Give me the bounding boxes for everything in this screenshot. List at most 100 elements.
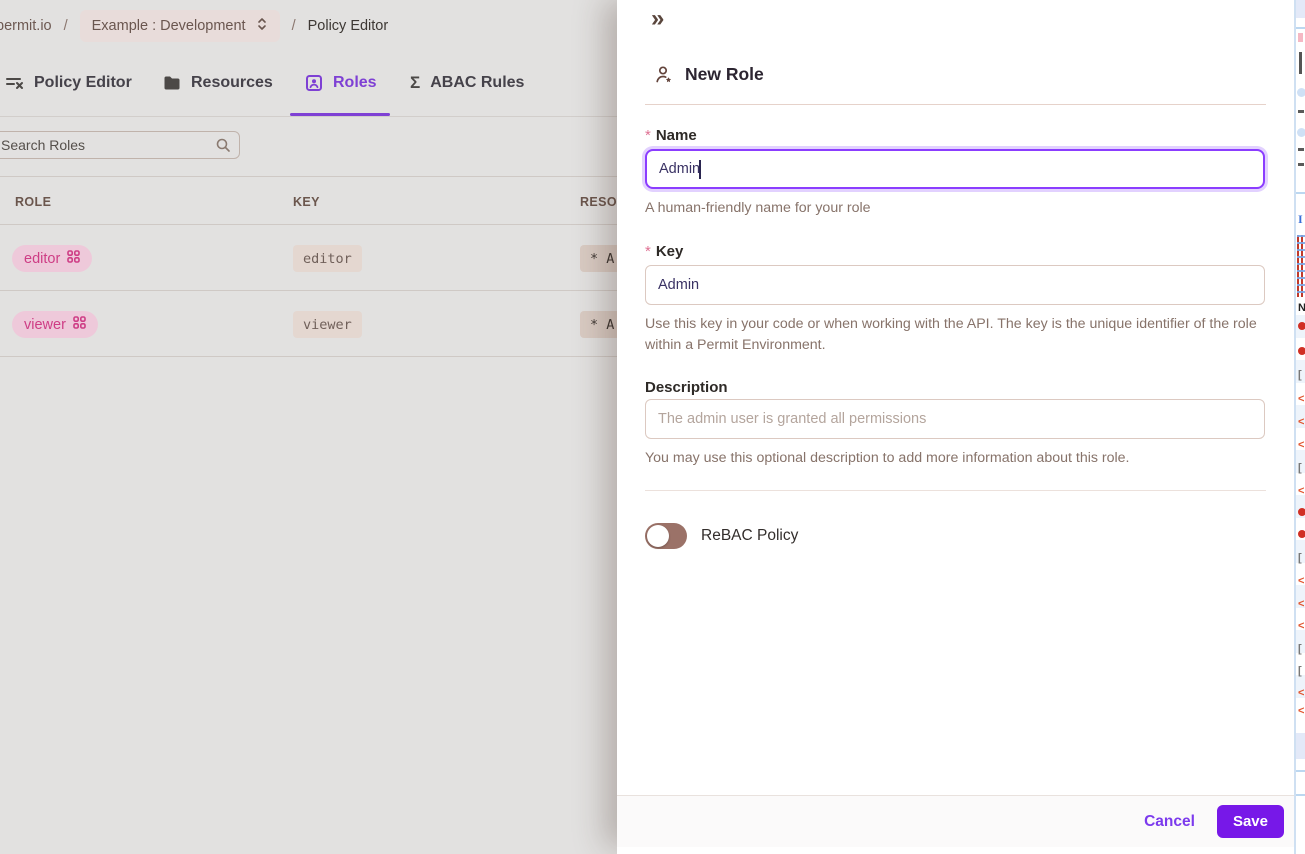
edge-fragment-line — [1296, 27, 1305, 29]
edge-fragment-chev: < — [1298, 575, 1305, 587]
required-marker: * — [645, 127, 651, 144]
drawer-header-divider — [645, 104, 1266, 105]
rebac-toggle-row: ReBAC Policy — [645, 523, 798, 549]
edge-strip: I N [ < < < [ < [ < < < [ [ < < — [1294, 0, 1305, 854]
description-helper: You may use this optional description to… — [645, 450, 1130, 466]
sigma-icon: Σ — [410, 73, 421, 92]
row-divider — [0, 290, 617, 291]
environment-selector[interactable]: Example : Development — [79, 10, 280, 42]
table-top-divider — [0, 176, 617, 177]
tab-label: Policy Editor — [34, 74, 132, 91]
edge-fragment-circle — [1297, 88, 1305, 97]
column-header-key: KEY — [293, 195, 320, 209]
drawer-title-row: New Role — [654, 64, 764, 85]
tab-abac-rules[interactable]: Σ ABAC Rules — [410, 70, 524, 96]
edge-fragment-chev: < — [1298, 705, 1305, 717]
edge-fragment-chev: < — [1298, 393, 1305, 405]
rebac-toggle-label: ReBAC Policy — [701, 527, 799, 544]
breadcrumb-separator: / — [63, 18, 68, 34]
edge-fragment-pink — [1298, 33, 1303, 42]
breadcrumb-page: Policy Editor — [307, 18, 389, 34]
role-key-pill: editor — [293, 245, 362, 272]
edge-fragment-bracket: [ — [1298, 552, 1302, 564]
edge-fragment-bar — [1299, 52, 1302, 74]
role-key-pill: viewer — [293, 311, 362, 338]
name-input[interactable] — [645, 149, 1265, 189]
search-icon[interactable] — [215, 137, 231, 153]
key-input[interactable] — [645, 265, 1265, 305]
table-bottom-divider — [0, 356, 617, 357]
tab-policy-editor[interactable]: Policy Editor — [5, 70, 132, 96]
description-input[interactable] — [645, 399, 1265, 439]
tab-roles[interactable]: Roles — [305, 70, 377, 96]
role-name: viewer — [24, 316, 66, 333]
rebac-toggle[interactable] — [645, 523, 687, 549]
user-star-icon — [654, 65, 674, 85]
edge-fragment-bracket: [ — [1298, 643, 1302, 655]
key-helper: Use this key in your code or when workin… — [645, 316, 1257, 353]
environment-label: Example : Development — [91, 18, 246, 34]
edge-fragment-bracket: [ — [1298, 665, 1302, 677]
text-caret — [699, 160, 701, 179]
search-roles-box — [0, 131, 240, 159]
edge-fragment-bracket: [ — [1298, 369, 1302, 381]
cancel-button[interactable]: Cancel — [1144, 813, 1195, 831]
column-header-role: ROLE — [15, 195, 52, 209]
search-roles-input[interactable] — [1, 137, 215, 153]
edge-fragment-dash — [1298, 148, 1304, 151]
role-grid-icon — [73, 316, 86, 333]
name-helper: A human-friendly name for your role — [645, 200, 871, 216]
edge-fragment-line — [1296, 192, 1305, 194]
role-name: editor — [24, 250, 61, 267]
role-grid-icon — [67, 250, 81, 267]
required-marker: * — [645, 243, 651, 260]
role-badge-viewer[interactable]: viewer — [12, 311, 98, 338]
edge-fragment-chev: < — [1298, 687, 1305, 699]
under-drawer-gap — [617, 847, 1305, 854]
edge-fragment-line — [1296, 794, 1305, 796]
drawer-title: New Role — [685, 64, 764, 84]
drawer-footer: Cancel Save — [617, 795, 1294, 847]
breadcrumb: permit.io / Example : Development / Poli… — [0, 10, 388, 42]
roles-badge-icon — [305, 74, 323, 92]
new-role-drawer: » New Role * Name A human-friendly name … — [617, 0, 1294, 847]
key-label: * Key — [645, 243, 684, 260]
edge-fragment-block — [1296, 733, 1305, 759]
tab-resources[interactable]: Resources — [163, 70, 273, 96]
edge-fragment-chev: < — [1298, 620, 1305, 632]
unfold-more-icon — [256, 17, 268, 35]
name-label: * Name — [645, 127, 697, 144]
edge-fragment-line — [1296, 770, 1305, 772]
description-label: Description — [645, 379, 728, 396]
edge-fragment-dash — [1298, 163, 1304, 166]
tab-label: Resources — [191, 74, 273, 91]
section-divider — [645, 490, 1266, 491]
edge-fragment-bracket: [ — [1298, 462, 1302, 474]
edge-fragment-chev: < — [1298, 485, 1305, 497]
policy-editor-icon — [5, 74, 24, 92]
edge-fragment-chev: < — [1298, 416, 1305, 428]
edge-fragment-flag — [1297, 235, 1305, 297]
edge-fragment-dot — [1298, 530, 1305, 538]
edge-fragment-circle — [1297, 128, 1305, 137]
edge-fragment-nglyph: N — [1298, 303, 1305, 314]
folder-icon — [163, 75, 181, 91]
edge-fragment-dash — [1298, 110, 1304, 113]
breadcrumb-org[interactable]: permit.io — [0, 18, 52, 34]
table-header-divider — [0, 224, 617, 225]
app-window: permit.io / Example : Development / Poli… — [0, 0, 1305, 854]
save-button[interactable]: Save — [1216, 805, 1284, 838]
tab-label: ABAC Rules — [430, 74, 525, 91]
edge-fragment-dot — [1298, 347, 1305, 355]
edge-fragment-dot — [1298, 508, 1305, 516]
tab-label: Roles — [333, 74, 377, 91]
edge-fragment-block — [1296, 0, 1305, 18]
toggle-knob — [647, 525, 669, 547]
edge-fragment-iglyph: I — [1298, 212, 1303, 226]
edge-fragment-chev: < — [1298, 598, 1305, 610]
breadcrumb-separator-2: / — [291, 18, 296, 34]
role-badge-editor[interactable]: editor — [12, 245, 93, 272]
edge-fragment-chev: < — [1298, 439, 1305, 451]
collapse-drawer-icon[interactable]: » — [651, 4, 664, 34]
edge-fragment-dot — [1298, 322, 1305, 330]
